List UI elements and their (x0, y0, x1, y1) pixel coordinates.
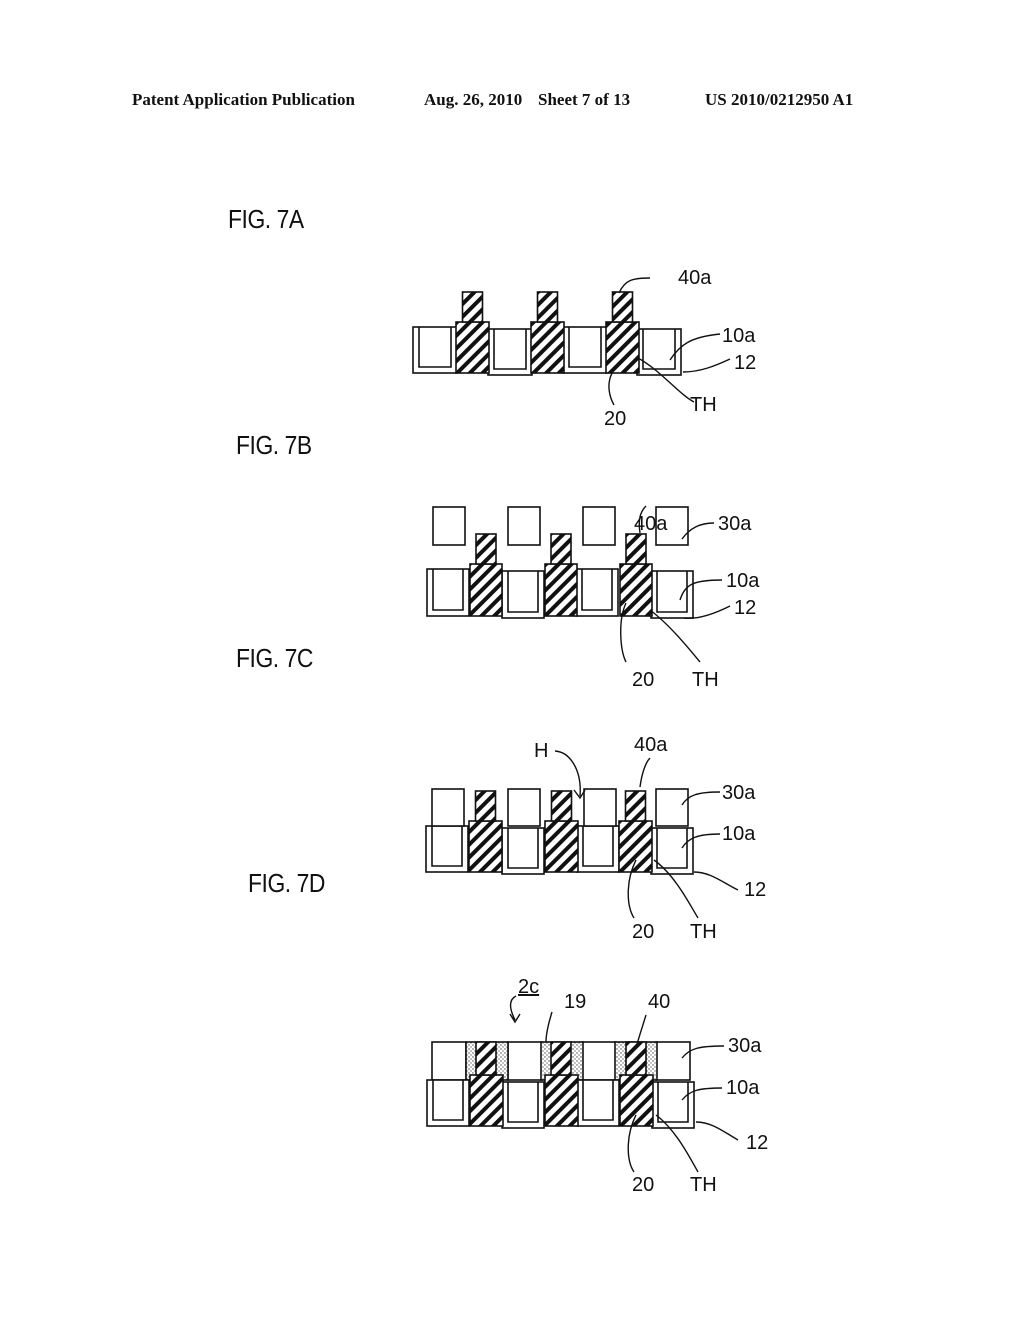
bump-40 (475, 1041, 497, 1076)
bump-40a (611, 291, 634, 323)
ref-12: 12 (734, 597, 756, 619)
insulating-layer-30a (581, 1041, 617, 1081)
leader-line (693, 871, 739, 891)
via-conductor-20 (468, 820, 503, 873)
insulating-layer-30a (507, 506, 541, 546)
leader-line (608, 372, 615, 406)
ref-40a: 40a (678, 267, 712, 289)
via-conductor-20 (619, 563, 653, 617)
bump-40a (624, 790, 647, 822)
insulating-layer-30a (582, 506, 616, 546)
ref-20: 20 (604, 408, 626, 430)
via-conductor-20 (618, 820, 653, 873)
ref-40a: 40a (634, 734, 668, 756)
insulating-layer-30a (507, 788, 541, 827)
ref-th: TH (690, 1174, 717, 1196)
leader-line (695, 1121, 739, 1141)
insulating-layer-30a (655, 788, 689, 827)
patent-drawings: 40a 10a 12 20 TH 40a 30a 10a 12 20 TH H 40a 30a 10a 12 2… (412, 267, 768, 1196)
bump-40a (461, 291, 484, 323)
leader-line (618, 277, 651, 294)
leader-line (509, 995, 521, 1024)
ref-th: TH (690, 921, 717, 943)
ref-20: 20 (632, 1174, 654, 1196)
insulating-layer-30a (432, 506, 466, 546)
leader-line (682, 358, 731, 373)
via-conductor-20 (619, 1074, 654, 1127)
via-conductor-20 (469, 563, 503, 617)
ref-th: TH (690, 394, 717, 416)
via-conductor-20 (530, 321, 565, 374)
ref-30a: 30a (722, 782, 756, 804)
bump-40a (475, 533, 497, 565)
ref-30a: 30a (718, 513, 752, 535)
bump-40a (550, 790, 573, 822)
ref-h: H (534, 740, 548, 762)
ref-12: 12 (746, 1132, 768, 1154)
insulating-layer-30a (507, 1041, 543, 1081)
insulating-layer-30a (583, 788, 617, 827)
bump-40 (550, 1041, 572, 1076)
ref-30a: 30a (728, 1035, 762, 1057)
via-conductor-20 (455, 321, 490, 374)
ref-th: TH (692, 669, 719, 691)
ref-10a: 10a (722, 325, 756, 347)
ref-12: 12 (744, 879, 766, 901)
bump-40a (625, 533, 647, 565)
bump-40a (550, 533, 572, 565)
ref-10a: 10a (726, 1077, 760, 1099)
ref-10a: 10a (722, 823, 756, 845)
bump-40a (474, 790, 497, 822)
via-conductor-20 (544, 820, 579, 873)
ref-40: 40 (648, 991, 670, 1013)
insulating-layer-30a (431, 788, 465, 827)
via-conductor-20 (469, 1074, 504, 1127)
ref-10a: 10a (726, 570, 760, 592)
insulating-layer-30a (655, 1041, 691, 1081)
bump-40a (536, 291, 559, 323)
via-conductor-20 (544, 563, 578, 617)
leader-line (545, 1011, 553, 1043)
ref-2c: 2c (518, 976, 539, 998)
ref-20: 20 (632, 921, 654, 943)
ref-19: 19 (564, 991, 586, 1013)
ref-40a: 40a (634, 513, 668, 535)
ref-12: 12 (734, 352, 756, 374)
leader-line (639, 757, 651, 788)
via-conductor-20 (605, 321, 640, 374)
via-conductor-20 (544, 1074, 579, 1127)
insulating-layer-30a (431, 1041, 467, 1081)
ref-20: 20 (632, 669, 654, 691)
